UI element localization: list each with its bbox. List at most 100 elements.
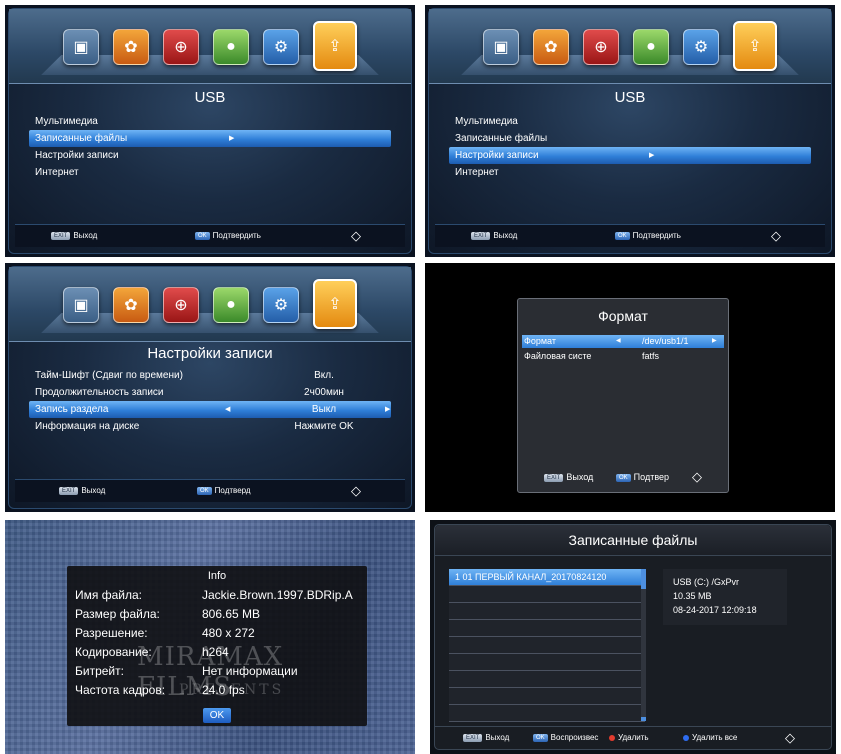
menu-item-internet[interactable]: Интернет <box>29 164 391 181</box>
setting-value: Нажмите OK <box>294 421 354 432</box>
gear-icon-glyph: ⚙ <box>273 297 289 314</box>
exit-hint[interactable]: EXIT Выход <box>463 733 509 742</box>
usb-icon[interactable]: ⇪ <box>313 279 357 329</box>
exit-key-icon: EXIT <box>471 231 491 240</box>
menu-item-recorded-files[interactable]: Записанные файлы <box>449 130 811 147</box>
globe-ie-icon[interactable]: ⊕ <box>163 29 199 65</box>
menu-item-multimedia[interactable]: Мультимедиа <box>29 113 391 130</box>
ok-label: Подтвер <box>633 472 670 482</box>
info-value: 480 x 272 <box>202 626 255 640</box>
ok-button[interactable]: OK <box>203 708 231 723</box>
file-list-empty-row <box>449 705 645 722</box>
gear-icon-glyph: ⚙ <box>273 39 289 56</box>
panel-frame: ▣ ✿ ⊕ ● ⚙ ⇪ USB Мультимедиа Записанные файлы ▶… <box>8 8 412 254</box>
menu-list: Мультимедиа Записанные файлы ▶ Настройки … <box>29 113 391 181</box>
exit-hint[interactable]: EXIT Выход <box>544 472 593 482</box>
globe-ie-icon-glyph: ⊕ <box>174 39 188 56</box>
play-label: Воспроизвес <box>550 733 599 742</box>
film-icon[interactable]: ▣ <box>483 29 519 65</box>
ok-key-icon: OK <box>533 733 548 742</box>
settings-row-duration[interactable]: Продолжительность записи 2ч00мин <box>29 384 391 401</box>
palm-icon[interactable]: ✿ <box>113 287 149 323</box>
record-settings-panel: ▣ ✿ ⊕ ● ⚙ ⇪ Настройки записи Тайм-Шифт (Сдвиг… <box>5 263 415 512</box>
info-dialog: Info MIRAMAX FILMS PRESENTS Имя файла: Ja… <box>67 566 367 726</box>
format-value: /dev/usb1/1 <box>642 336 689 346</box>
ok-hint[interactable]: OK Подтвердить <box>195 231 261 240</box>
scrollbar-thumb[interactable] <box>641 569 646 589</box>
exit-hint[interactable]: EXIT Выход <box>471 231 517 240</box>
film-icon-glyph: ▣ <box>73 297 89 314</box>
menu-item-recorded-files[interactable]: Записанные файлы ▶ <box>29 130 391 147</box>
file-list-empty-row <box>449 620 645 637</box>
settings-row-disk-info[interactable]: Информация на диске Нажмите OK <box>29 418 391 435</box>
scrollbar-end <box>641 717 646 721</box>
recorded-files-panel: Записанные файлы 1 01 ПЕРВЫЙ КАНАЛ_20170… <box>430 520 836 754</box>
info-label: Имя файла: <box>75 588 142 602</box>
gear-icon[interactable]: ⚙ <box>263 29 299 65</box>
info-row-codec: Кодирование: h264 <box>75 645 229 659</box>
exit-label: Выход <box>566 472 594 482</box>
filesystem-row[interactable]: Файловая систе fatfs <box>522 350 724 363</box>
red-button-icon <box>609 734 615 741</box>
footer-bar: EXIT Выход OK Подтверд ◇ <box>15 479 405 502</box>
usb-icon-glyph: ⇪ <box>328 296 342 313</box>
icon-bar: ▣ ✿ ⊕ ● ⚙ ⇪ <box>9 9 411 84</box>
earth-icon[interactable]: ● <box>213 29 249 65</box>
menu-item-multimedia[interactable]: Мультимедиа <box>449 113 811 130</box>
exit-key-icon: EXIT <box>463 733 483 742</box>
arrow-right-icon: ▶ <box>712 338 717 344</box>
info-label: Размер файла: <box>75 607 160 621</box>
earth-icon[interactable]: ● <box>633 29 669 65</box>
film-icon-glyph: ▣ <box>493 39 509 56</box>
palm-icon[interactable]: ✿ <box>533 29 569 65</box>
exit-hint[interactable]: EXIT Выход <box>51 231 97 240</box>
format-row[interactable]: Формат ◀ /dev/usb1/1 ▶ <box>522 335 724 348</box>
gear-icon[interactable]: ⚙ <box>263 287 299 323</box>
dialog-footer: EXIT Выход OK Подтвер ◇ <box>518 469 728 486</box>
arrow-left-icon: ◀ <box>225 406 231 413</box>
delete-all-label: Удалить все <box>692 733 738 742</box>
exit-label: Выход <box>485 733 510 742</box>
play-hint[interactable]: OK Воспроизвес <box>533 733 598 742</box>
delete-hint[interactable]: Удалить <box>609 733 649 742</box>
menu-item-record-settings[interactable]: Настройки записи <box>29 147 391 164</box>
menu-item-label: Настройки записи <box>455 150 539 161</box>
palm-icon[interactable]: ✿ <box>113 29 149 65</box>
gear-icon[interactable]: ⚙ <box>683 29 719 65</box>
scrollbar[interactable] <box>641 569 646 721</box>
usb-icon[interactable]: ⇪ <box>733 21 777 71</box>
info-row-bitrate: Битрейт: Нет информации <box>75 664 298 678</box>
ok-hint[interactable]: OK Подтверд <box>197 486 251 495</box>
menu-item-record-settings[interactable]: Настройки записи ▶ <box>449 147 811 164</box>
exit-hint[interactable]: EXIT Выход <box>59 486 105 495</box>
ok-hint[interactable]: OK Подтвер <box>616 472 669 482</box>
menu-list: Мультимедиа Записанные файлы Настройки з… <box>449 113 811 181</box>
panel-frame: Записанные файлы 1 01 ПЕРВЫЙ КАНАЛ_20170… <box>434 524 832 750</box>
film-icon[interactable]: ▣ <box>63 29 99 65</box>
delete-label: Удалить <box>618 733 649 742</box>
setting-value: Выкл <box>311 404 337 415</box>
earth-icon-glyph: ● <box>226 296 236 313</box>
ok-hint[interactable]: OK Подтвердить <box>615 231 681 240</box>
usb-icon[interactable]: ⇪ <box>313 21 357 71</box>
navigation-arrows-icon: ◇ <box>351 483 361 498</box>
delete-all-hint[interactable]: Удалить все <box>683 733 737 742</box>
globe-ie-icon[interactable]: ⊕ <box>163 287 199 323</box>
earth-icon[interactable]: ● <box>213 287 249 323</box>
menu-item-internet[interactable]: Интернет <box>449 164 811 181</box>
file-list-item[interactable]: 1 01 ПЕРВЫЙ КАНАЛ_20170824120 <box>449 569 645 586</box>
settings-row-timeshift[interactable]: Тайм-Шифт (Сдвиг по времени) Вкл. <box>29 367 391 384</box>
filesystem-label: Файловая систе <box>524 351 592 361</box>
film-icon[interactable]: ▣ <box>63 287 99 323</box>
format-dialog: Формат Формат ◀ /dev/usb1/1 ▶ Файловая с… <box>517 298 729 493</box>
setting-value: Вкл. <box>314 370 334 381</box>
file-list-empty-row <box>449 688 645 705</box>
info-label: Битрейт: <box>75 664 124 678</box>
settings-list: Тайм-Шифт (Сдвиг по времени) Вкл. Продолж… <box>29 367 391 435</box>
globe-ie-icon[interactable]: ⊕ <box>583 29 619 65</box>
arrow-left-icon: ◀ <box>616 338 621 344</box>
settings-row-partition-record[interactable]: Запись раздела ◀ Выкл ▶ <box>29 401 391 418</box>
file-info-panel: Info MIRAMAX FILMS PRESENTS Имя файла: Ja… <box>5 520 415 754</box>
ok-key-icon: OK <box>195 231 210 240</box>
earth-icon-glyph: ● <box>646 38 656 55</box>
